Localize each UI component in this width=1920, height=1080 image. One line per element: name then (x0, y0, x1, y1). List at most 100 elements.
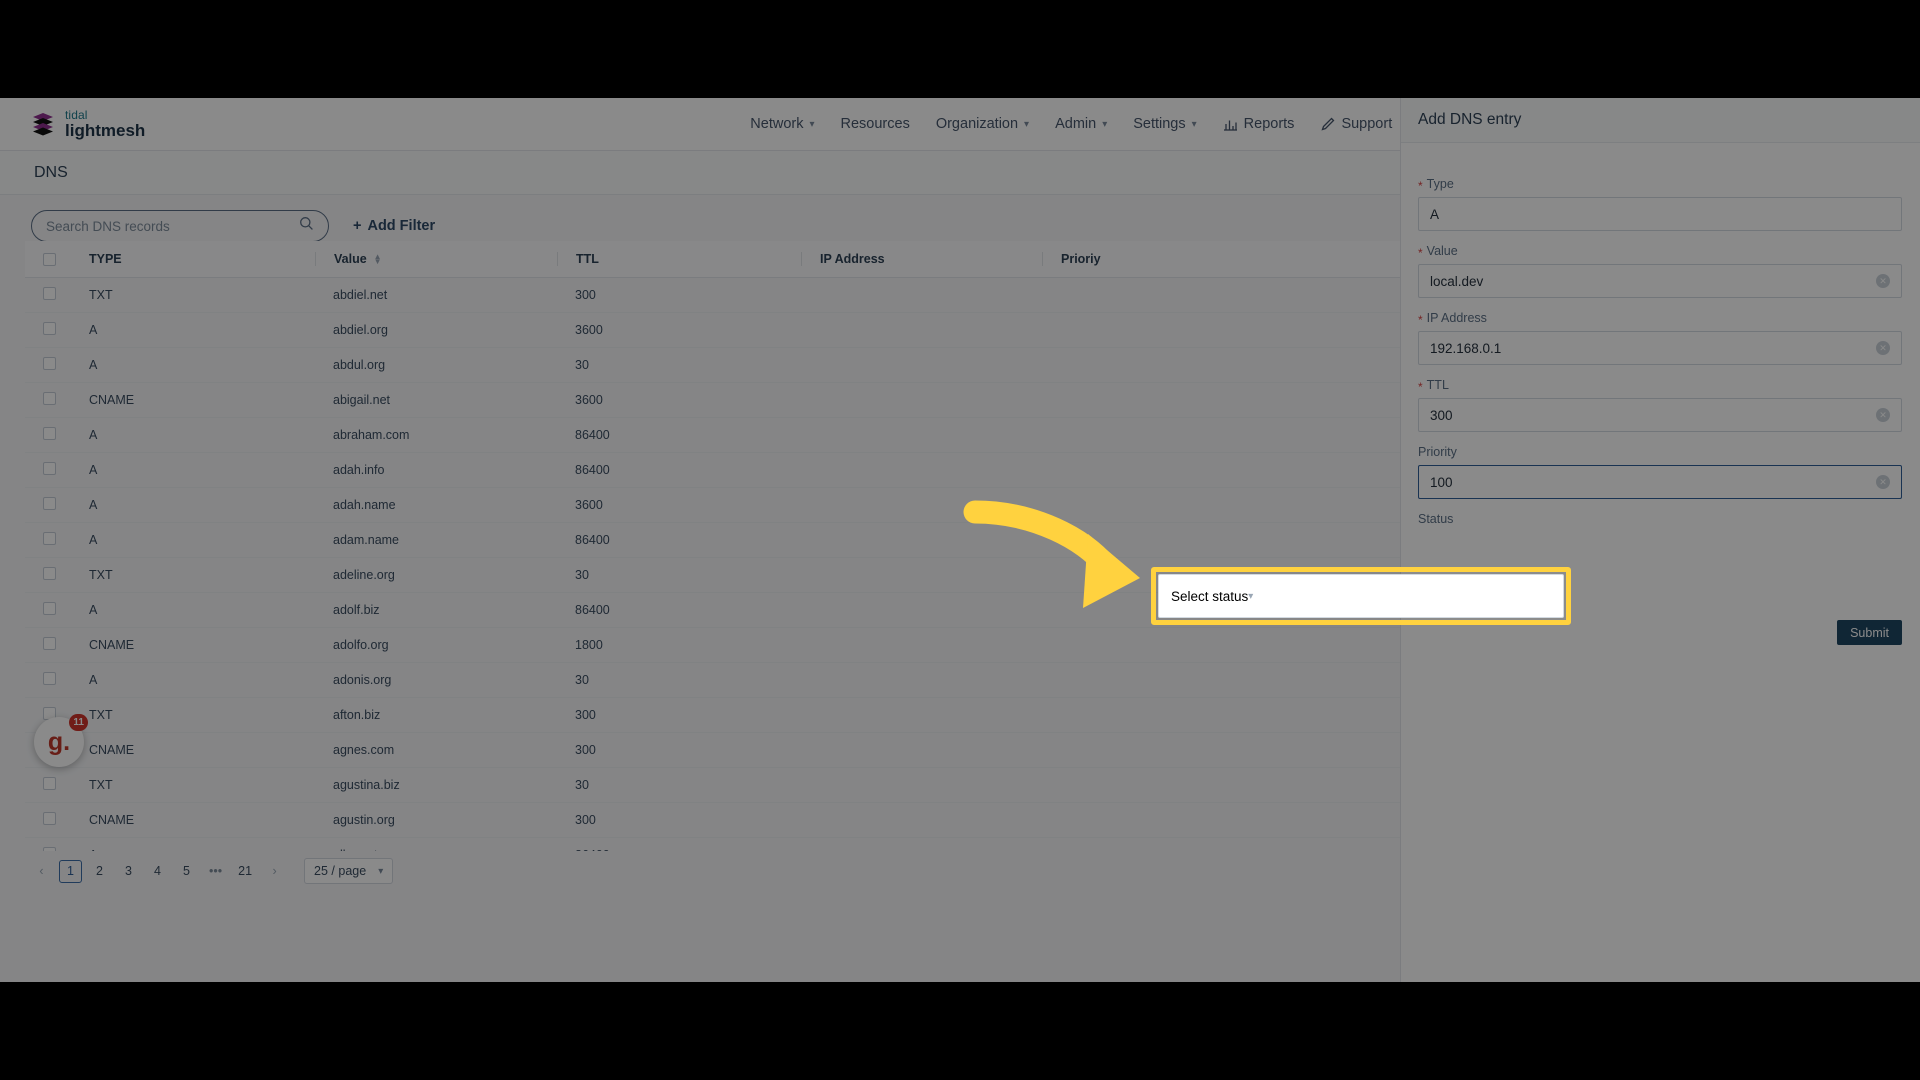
row-checkbox[interactable] (43, 602, 56, 615)
pagination-page-2[interactable]: 2 (88, 860, 111, 883)
chat-widget-button[interactable]: g. 11 (34, 714, 88, 767)
clear-icon[interactable]: ✕ (1876, 341, 1890, 355)
field-input[interactable]: A (1418, 197, 1902, 231)
pagination-prev[interactable]: ‹ (30, 860, 53, 883)
pen-icon (1320, 117, 1335, 132)
cell-ip-address (801, 382, 1042, 418)
clear-icon[interactable]: ✕ (1876, 408, 1890, 422)
row-checkbox[interactable] (43, 567, 56, 580)
column-header-priority[interactable]: Prioriy (1042, 241, 1400, 278)
row-checkbox[interactable] (43, 427, 56, 440)
table-row[interactable]: TXT abdiel.net 300 (25, 277, 1400, 313)
clear-icon[interactable]: ✕ (1876, 274, 1890, 288)
nav-item-support[interactable]: Support (1320, 116, 1392, 132)
cell-value: abdiel.net (315, 277, 557, 313)
column-header-value[interactable]: Value ▲ ▼ (315, 241, 557, 278)
pagination-page-4[interactable]: 4 (146, 860, 169, 883)
field-input[interactable]: 100 ✕ (1418, 465, 1902, 499)
row-checkbox[interactable] (43, 777, 56, 790)
row-checkbox[interactable] (43, 392, 56, 405)
field-input[interactable]: local.dev ✕ (1418, 264, 1902, 298)
cell-value: alba.net (315, 837, 557, 851)
table-row[interactable]: CNAME agustin.org 300 (25, 802, 1400, 838)
cell-ip-address (801, 452, 1042, 488)
cell-ttl: 1800 (557, 627, 801, 663)
table-row[interactable]: Aabraham.com 86400 (25, 417, 1400, 453)
pagination-page-1[interactable]: 1 (59, 859, 82, 883)
table-row[interactable]: Aalba.net86400 (25, 837, 1400, 851)
cell-type: TXT (71, 277, 315, 313)
table-row[interactable]: Aadam.name 86400 (25, 522, 1400, 558)
logo-text-bottom: lightmesh (65, 121, 146, 140)
cell-type: A (71, 487, 315, 523)
table-row[interactable]: TXT afton.biz 300 (25, 697, 1400, 733)
add-filter-button[interactable]: + Add Filter (353, 218, 435, 234)
search-box[interactable] (31, 210, 329, 242)
per-page-label: 25 / page (314, 864, 367, 878)
cell-ip-address (801, 732, 1042, 768)
pagination-page-5[interactable]: 5 (175, 860, 198, 883)
nav-item-admin[interactable]: Admin ▾ (1055, 116, 1107, 132)
column-header-ttl[interactable]: TTL (557, 241, 801, 278)
pagination-page-3[interactable]: 3 (117, 860, 140, 883)
select-all-checkbox[interactable] (43, 252, 56, 266)
field-input[interactable]: 192.168.0.1 ✕ (1418, 331, 1902, 365)
table-row[interactable]: CNAME abigail.net 3600 (25, 382, 1400, 418)
cell-priority (1042, 347, 1400, 383)
table-row[interactable]: Aadonis.org 30 (25, 662, 1400, 698)
column-header-type[interactable]: TYPE (71, 241, 315, 278)
app-logo[interactable]: tidal lightmesh (30, 109, 145, 139)
add-filter-label: Add Filter (367, 218, 436, 234)
required-marker: * (1418, 313, 1423, 327)
row-checkbox[interactable] (43, 532, 56, 545)
cell-ip-address (801, 837, 1042, 851)
pagination-last-page[interactable]: 21 (233, 860, 257, 883)
cell-priority (1042, 522, 1400, 558)
cell-priority (1042, 382, 1400, 418)
table-row[interactable]: TXT agustina.biz 30 (25, 767, 1400, 803)
nav-item-settings[interactable]: Settings ▾ (1133, 116, 1196, 132)
table-row[interactable]: Aabdul.org 30 (25, 347, 1400, 383)
form-field-status: Status (1418, 512, 1902, 566)
clear-icon[interactable]: ✕ (1876, 475, 1890, 489)
row-checkbox-cell (25, 277, 71, 313)
row-checkbox[interactable] (43, 287, 56, 300)
chevron-down-icon: ▾ (378, 865, 384, 877)
submit-button[interactable]: Submit (1837, 620, 1902, 645)
row-checkbox[interactable] (43, 497, 56, 510)
search-input[interactable] (46, 218, 299, 234)
nav-item-organization[interactable]: Organization ▾ (936, 116, 1029, 132)
nav-item-resources[interactable]: Resources (841, 116, 910, 132)
row-checkbox[interactable] (43, 357, 56, 370)
pagination-next[interactable]: › (263, 860, 286, 883)
field-value: 100 (1430, 474, 1453, 490)
row-checkbox[interactable] (43, 812, 56, 825)
column-header-ip-address[interactable]: IP Address (801, 241, 1042, 278)
chat-unread-badge: 11 (69, 714, 88, 731)
cell-value: adah.info (315, 452, 557, 488)
row-checkbox[interactable] (43, 637, 56, 650)
table-row[interactable]: CNAME adolfo.org 1800 (25, 627, 1400, 663)
cell-ttl: 86400 (557, 522, 801, 558)
row-checkbox[interactable] (43, 322, 56, 335)
row-checkbox-cell (25, 417, 71, 453)
row-checkbox[interactable] (43, 462, 56, 475)
status-select[interactable]: Select status ▾ (1158, 574, 1564, 618)
field-label-text: IP Address (1426, 311, 1487, 325)
cell-value: afton.biz (315, 697, 557, 733)
nav-item-network[interactable]: Network ▾ (750, 116, 814, 132)
row-checkbox[interactable] (43, 847, 56, 851)
table-row[interactable]: Aabdiel.org 3600 (25, 312, 1400, 348)
sort-icon[interactable]: ▲ ▼ (374, 253, 382, 266)
table-row[interactable]: CNAME agnes.com 300 (25, 732, 1400, 768)
row-checkbox-cell (25, 767, 71, 803)
search-icon[interactable] (299, 216, 314, 236)
cell-ip-address (801, 277, 1042, 313)
table-row[interactable]: Aadah.name 3600 (25, 487, 1400, 523)
table-row[interactable]: Aadah.info 86400 (25, 452, 1400, 488)
nav-item-reports[interactable]: Reports (1223, 116, 1294, 132)
field-input[interactable]: 300 ✕ (1418, 398, 1902, 432)
row-checkbox[interactable] (43, 672, 56, 685)
field-value: 300 (1430, 407, 1453, 423)
per-page-select[interactable]: 25 / page ▾ (304, 858, 394, 884)
